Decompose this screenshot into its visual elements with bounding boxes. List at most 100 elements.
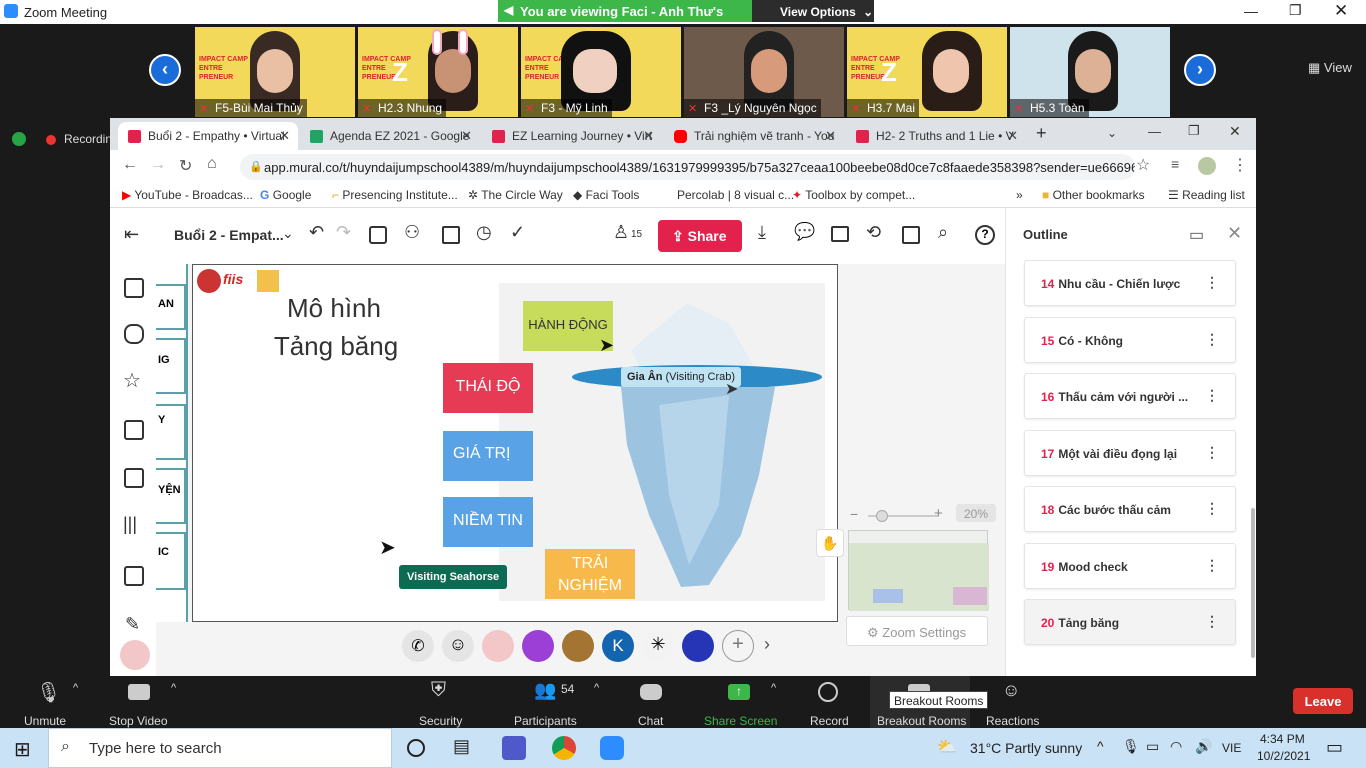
reading-list-button[interactable]: ☰ Reading list xyxy=(1168,188,1245,202)
participant-tile[interactable]: ✕ F3 _Lý Nguyên Ngọc xyxy=(684,27,844,117)
browser-tab[interactable]: H2- 2 Truths and 1 Lie • V ✕ xyxy=(846,122,1026,150)
redo-icon[interactable]: ↷ xyxy=(336,222,351,243)
pen-icon[interactable]: ✎ xyxy=(125,614,140,635)
bookmark-item[interactable]: ⌐ Presencing Institute... xyxy=(332,188,458,202)
chrome-icon[interactable] xyxy=(552,736,576,760)
maximize-icon[interactable]: ❐ xyxy=(1289,2,1302,19)
bookmark-item[interactable]: ✦ Toolbox by compet... xyxy=(792,188,915,202)
zoom-percent[interactable]: 20% xyxy=(956,504,996,522)
sticky-note-icon[interactable] xyxy=(124,278,144,298)
participant-tile[interactable]: ✕ H5.3 Toàn xyxy=(1010,27,1170,117)
member-avatar[interactable] xyxy=(562,630,594,662)
star-icon[interactable]: ☆ xyxy=(123,368,141,393)
participant-tile[interactable]: IMPACT CAMP ENTRE PRENEUR ✕ F3 - Mỹ Linh xyxy=(521,27,681,117)
volume-icon[interactable]: 🔊 xyxy=(1195,738,1212,755)
add-member-icon[interactable]: + xyxy=(722,630,754,662)
select-area-icon[interactable] xyxy=(442,226,460,244)
outline-item[interactable]: 14 Nhu cầu - Chiến lược ⋮ xyxy=(1024,260,1236,306)
close-tab-icon[interactable]: ✕ xyxy=(279,128,290,144)
chevron-up-icon[interactable]: ^ xyxy=(73,682,78,694)
chevron-right-icon[interactable]: › xyxy=(764,634,770,655)
minimap[interactable] xyxy=(848,530,989,611)
chat-icon[interactable] xyxy=(831,226,849,242)
participant-tile[interactable]: IMPACT CAMP ENTRE PRENEUR ✕ F5-Bùi Mai Thủy xyxy=(195,27,355,117)
timer-icon[interactable]: ◷ xyxy=(476,222,492,243)
present-icon[interactable]: ▭ xyxy=(1189,225,1204,245)
clock-date[interactable]: 10/2/2021 xyxy=(1257,749,1310,763)
import-icon[interactable] xyxy=(124,566,144,586)
browser-tab[interactable]: Trải nghiệm vẽ tranh - You ✕ xyxy=(664,122,844,150)
activity-icon[interactable]: ⟲ xyxy=(866,222,881,243)
zoom-slider[interactable]: − + 20% xyxy=(846,504,996,524)
undo-icon[interactable]: ↶ xyxy=(309,222,324,243)
outline-item[interactable]: 15 Có - Không ⋮ xyxy=(1024,317,1236,363)
outline-item[interactable]: 19 Mood check ⋮ xyxy=(1024,543,1236,589)
outline-icon[interactable] xyxy=(902,226,920,244)
bookmark-item[interactable]: Percolab | 8 visual c... xyxy=(677,188,794,202)
bookmark-item[interactable]: G Google xyxy=(260,188,311,202)
text-shape-icon[interactable] xyxy=(124,324,144,344)
emoji-icon[interactable]: ☺ xyxy=(442,630,474,662)
scrollbar[interactable] xyxy=(1251,508,1255,658)
comments-icon[interactable]: 💬 xyxy=(794,222,815,242)
outline-item[interactable]: 18 Các bước thấu cảm ⋮ xyxy=(1024,486,1236,532)
browser-tab[interactable]: Buổi 2 - Empathy • Virtual ✕ xyxy=(118,122,298,150)
participant-tile[interactable]: IMPACT CAMP ENTRE PRENEUR Z ✕ H3.7 Mai xyxy=(847,27,1007,117)
hand-tool-icon[interactable]: ✋ xyxy=(816,529,844,557)
participants-button[interactable]: 👥 54 Participants xyxy=(510,676,582,728)
iceberg-frame[interactable]: fiis Mô hình Tảng băng HÀNH ĐỘNG THÁI ĐỘ… xyxy=(192,264,838,622)
notifications-icon[interactable]: ▭ xyxy=(1326,737,1343,758)
frame-icon[interactable] xyxy=(369,226,387,244)
share-button[interactable]: ⇪ Share xyxy=(658,220,742,252)
minimize-icon[interactable]: — xyxy=(1148,124,1161,139)
tab-search-icon[interactable]: ⌄ xyxy=(1107,126,1117,140)
bookmark-star-icon[interactable]: ☆ xyxy=(1136,155,1150,175)
task-view-icon[interactable]: ▤ xyxy=(453,736,470,757)
share-screen-button[interactable]: ↑ Share Screen xyxy=(700,676,780,728)
home-icon[interactable]: ⌂ xyxy=(207,155,217,173)
zoom-app-icon[interactable] xyxy=(600,736,624,760)
bookmark-item[interactable]: ◆ Faci Tools xyxy=(573,188,639,202)
participant-tile[interactable]: IMPACT CAMP ENTRE PRENEUR Z ✕ H2.3 Nhung xyxy=(358,27,518,117)
bookmark-item[interactable]: ▶ YouTube - Broadcas... xyxy=(122,188,253,202)
members-icon[interactable]: ♙ xyxy=(613,222,629,243)
board-title[interactable]: Buổi 2 - Empat... xyxy=(174,227,284,243)
member-avatar[interactable]: K xyxy=(602,630,634,662)
spider-avatar-icon[interactable]: ✳ xyxy=(642,630,674,662)
outline-item[interactable]: 16 Thấu cảm với người ... ⋮ xyxy=(1024,373,1236,419)
bookmark-item[interactable]: ✲ The Circle Way xyxy=(468,188,563,202)
sticky-thai-do[interactable]: THÁI ĐỘ xyxy=(443,363,533,413)
mural-canvas[interactable]: AN IG Y YỆN IC fiis Mô hình Tảng băng HÀ… xyxy=(156,264,1005,676)
chevron-up-icon[interactable]: ^ xyxy=(1097,738,1104,754)
user-avatar[interactable] xyxy=(120,640,150,670)
windows-start-icon[interactable]: ⊞ xyxy=(14,737,31,762)
security-button[interactable]: ⛨ Security xyxy=(415,676,467,728)
reload-icon[interactable]: ↻ xyxy=(179,156,192,176)
sticky-gia-tri[interactable]: GIÁ TRỊ xyxy=(443,431,533,481)
outline-item-active[interactable]: 20 Tảng băng ⋮ xyxy=(1024,599,1236,645)
teams-icon[interactable] xyxy=(502,736,526,760)
new-tab-icon[interactable]: + xyxy=(1036,123,1047,144)
browser-tab[interactable]: Agenda EZ 2021 - Google ✕ xyxy=(300,122,480,150)
member-avatar[interactable] xyxy=(682,630,714,662)
sticky-niem-tin[interactable]: NIỀM TIN xyxy=(443,497,533,547)
templates-icon[interactable] xyxy=(124,420,144,440)
stop-video-button[interactable]: Stop Video xyxy=(100,676,180,728)
help-icon[interactable]: ? xyxy=(975,225,995,245)
profile-avatar[interactable] xyxy=(1198,157,1216,175)
leave-button[interactable]: Leave xyxy=(1293,688,1353,714)
maximize-icon[interactable]: ❐ xyxy=(1188,123,1200,139)
back-icon[interactable]: ← xyxy=(122,156,138,174)
cortana-icon[interactable] xyxy=(407,739,425,757)
search-icon[interactable]: ⌕ xyxy=(938,222,948,243)
other-bookmarks[interactable]: ■ Other bookmarks xyxy=(1042,188,1145,202)
image-icon[interactable] xyxy=(124,468,144,488)
reading-list-icon[interactable]: ≡ xyxy=(1171,156,1179,172)
forward-icon[interactable]: → xyxy=(150,156,166,174)
mic-icon[interactable]: 🎙 xyxy=(1122,738,1140,755)
record-button[interactable]: Record xyxy=(806,676,850,728)
member-avatar[interactable] xyxy=(522,630,554,662)
reactions-button[interactable]: ☺ Reactions xyxy=(984,676,1040,728)
wifi-icon[interactable]: ◠ xyxy=(1170,738,1182,755)
battery-icon[interactable]: ▭ xyxy=(1146,738,1159,755)
